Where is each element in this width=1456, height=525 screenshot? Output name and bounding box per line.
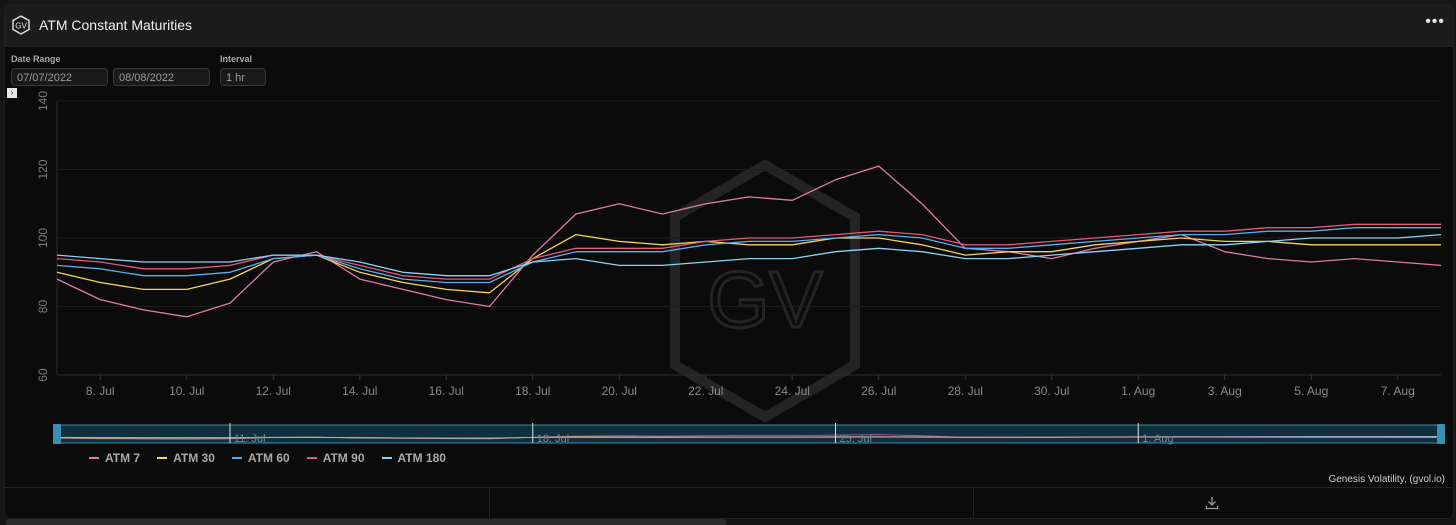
y-tick-label: 100 — [36, 228, 50, 248]
navigator-tick-label: 11. Jul — [234, 433, 266, 445]
legend-swatch — [89, 457, 99, 459]
watermark-text: GV — [707, 255, 823, 344]
y-tick-label: 140 — [36, 91, 50, 111]
x-tick-label: 30. Jul — [1034, 384, 1069, 398]
x-tick-label: 28. Jul — [948, 384, 983, 398]
chart-legend: ATM 7 ATM 30 ATM 60 ATM 90 ATM 180 — [89, 451, 446, 465]
legend-item-atm-180[interactable]: ATM 180 — [381, 451, 446, 465]
footer-cell-1 — [5, 488, 490, 518]
legend-label: ATM 180 — [397, 451, 446, 465]
x-tick-label: 3. Aug — [1208, 384, 1242, 398]
x-tick-label: 18. Jul — [515, 384, 550, 398]
navigator-tick-label: 1. Aug — [1142, 433, 1173, 445]
y-tick-label: 80 — [36, 300, 50, 314]
x-tick-label: 10. Jul — [169, 384, 204, 398]
legend-label: ATM 30 — [173, 451, 215, 465]
panel-footer — [5, 487, 1453, 518]
x-tick-label: 5. Aug — [1294, 384, 1328, 398]
chart-area: GV 60 80 100 120 140 8. Jul 10. Jul 12. Jul 14. J… — [36, 91, 1445, 445]
chart-panel: GV ATM Constant Maturities ••• Date Rang… — [4, 4, 1454, 519]
legend-item-atm-7[interactable]: ATM 7 — [89, 451, 140, 465]
navigator-tick-label: 18. Jul — [537, 433, 569, 445]
legend-label: ATM 60 — [247, 451, 290, 465]
download-icon[interactable] — [1205, 496, 1219, 510]
x-tick-label: 20. Jul — [602, 384, 637, 398]
x-tick-label: 26. Jul — [861, 384, 896, 398]
x-tick-label: 7. Aug — [1381, 384, 1415, 398]
legend-item-atm-60[interactable]: ATM 60 — [231, 451, 290, 465]
footer-cell-2 — [490, 488, 974, 518]
navigator-handle-right[interactable] — [1437, 424, 1445, 444]
legend-swatch — [381, 457, 392, 459]
navigator-tick-label: 25. Jul — [840, 433, 872, 445]
bottom-scroll-strip[interactable] — [6, 519, 726, 525]
x-tick-label: 8. Jul — [86, 384, 115, 398]
x-tick-label: 24. Jul — [775, 384, 810, 398]
legend-swatch — [306, 457, 317, 459]
x-tick-label: 14. Jul — [342, 384, 377, 398]
x-tick-label: 1. Aug — [1121, 384, 1155, 398]
legend-item-atm-90[interactable]: ATM 90 — [306, 451, 365, 465]
legend-item-atm-30[interactable]: ATM 30 — [157, 451, 215, 465]
chart-credits: Genesis Volatility, (gvol.io) — [1328, 474, 1445, 485]
x-tick-label: 12. Jul — [256, 384, 291, 398]
legend-swatch — [231, 457, 242, 459]
y-tick-label: 120 — [36, 159, 50, 179]
x-tick-label: 16. Jul — [429, 384, 464, 398]
navigator-handle-left[interactable] — [53, 424, 61, 444]
legend-label: ATM 90 — [322, 451, 365, 465]
x-tick-label: 22. Jul — [688, 384, 723, 398]
legend-label: ATM 7 — [105, 451, 141, 465]
y-tick-label: 60 — [36, 368, 50, 382]
legend-swatch — [157, 457, 168, 459]
